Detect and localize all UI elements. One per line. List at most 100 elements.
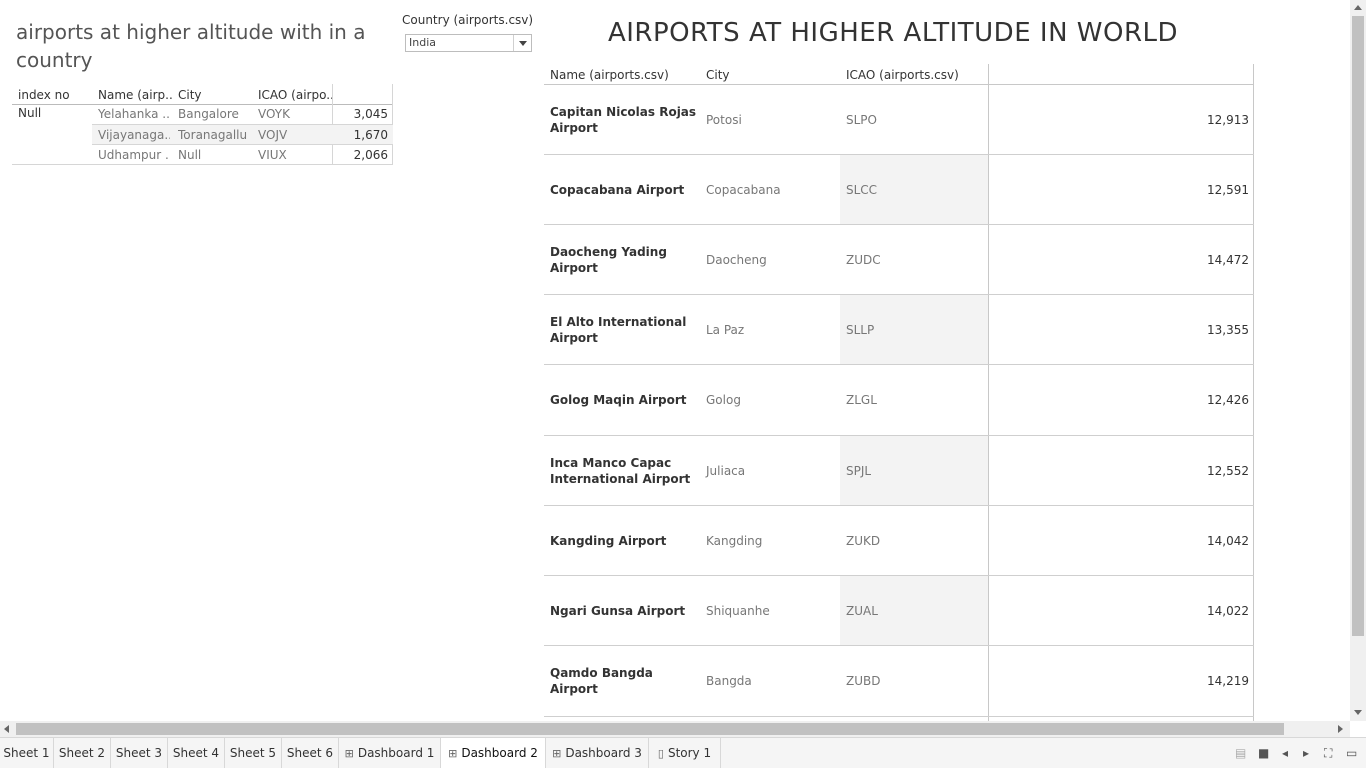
cell-icao: SLCC — [846, 183, 878, 197]
dashboard-icon: ⊞ — [344, 747, 354, 760]
country-filter-value: India — [409, 36, 436, 49]
header-city[interactable]: City — [706, 68, 730, 82]
cell-altitude: 3,045 — [353, 107, 388, 121]
header-icao[interactable]: ICAO (airports.csv) — [846, 68, 959, 82]
header-name[interactable]: Name (airports.csv) — [550, 68, 669, 82]
table-row[interactable]: Vijayanaga.. Toranagallu VOJV 1,670 — [92, 125, 393, 145]
country-filter-dropdown[interactable]: India — [405, 34, 532, 52]
tab-label: Sheet 4 — [172, 746, 220, 760]
tab-label: Sheet 5 — [229, 746, 277, 760]
scroll-down-icon[interactable] — [1354, 710, 1362, 715]
header-icao[interactable]: ICAO (airpo.. — [258, 84, 332, 104]
table-row[interactable]: Copacabana Airport Copacabana SLCC 12,59… — [544, 155, 1254, 225]
cell-name: Copacabana Airport — [550, 183, 685, 197]
cell-altitude: 14,472 — [1207, 253, 1249, 267]
cell-altitude: 12,913 — [1207, 113, 1249, 127]
tab-story-1[interactable]: ▯ Story 1 — [649, 738, 721, 768]
cell-name: Ngari Gunsa Airport — [550, 604, 686, 618]
cell-city: Potosi — [706, 113, 742, 127]
cell-icao: SLLP — [846, 323, 875, 337]
cell-name: Capitan Nicolas Rojas Airport — [550, 105, 697, 135]
filmstrip-icon[interactable]: ■ — [1258, 746, 1269, 760]
tab-label: Sheet 1 — [3, 746, 50, 760]
header-name[interactable]: Name (airp.. — [98, 84, 172, 104]
vertical-scroll-thumb[interactable] — [1352, 16, 1364, 636]
cell-city: Shiquanhe — [706, 604, 770, 618]
horizontal-scrollbar[interactable] — [0, 721, 1350, 737]
cell-city: Bangda — [706, 674, 752, 688]
cell-city: Juliaca — [706, 464, 746, 478]
tab-label: Dashboard 2 — [461, 746, 538, 760]
cell-altitude: 14,022 — [1207, 604, 1249, 618]
tab-sheet-5[interactable]: Sheet 5 — [225, 738, 282, 768]
table-row[interactable]: Yelahanka .. Bangalore VOYK 3,045 — [92, 104, 393, 124]
cell-name: Golog Maqin Airport — [550, 393, 687, 407]
cell-altitude: 12,591 — [1207, 183, 1249, 197]
scroll-left-icon[interactable] — [4, 725, 9, 733]
cell-icao: ZLGL — [846, 393, 877, 407]
cell-altitude: 14,219 — [1207, 674, 1249, 688]
vertical-scrollbar[interactable] — [1350, 0, 1366, 721]
tab-label: Dashboard 1 — [357, 746, 435, 760]
horizontal-scroll-thumb[interactable] — [16, 723, 1284, 735]
left-sheet-title: airports at higher altitude with in a co… — [16, 20, 366, 72]
cell-name: Udhampur .. — [98, 148, 170, 162]
cell-icao: ZUDC — [846, 253, 881, 267]
cell-name: Vijayanaga.. — [98, 128, 170, 142]
cell-city: Kangding — [706, 534, 763, 548]
cell-icao: VOYK — [258, 107, 290, 121]
cell-city: La Paz — [706, 323, 745, 337]
dropdown-button[interactable] — [513, 35, 531, 51]
scroll-right-icon[interactable] — [1338, 725, 1343, 733]
cell-altitude: 13,355 — [1207, 323, 1249, 337]
next-icon[interactable]: ▸ — [1303, 746, 1309, 760]
table-row[interactable]: Qamdo Bangda Airport Bangda ZUBD 14,219 — [544, 646, 1254, 716]
table-row[interactable]: Daocheng Yading Airport Daocheng ZUDC 14… — [544, 225, 1254, 295]
cell-city: Null — [178, 148, 202, 162]
sheet-sorter-icon[interactable]: ▤ — [1235, 746, 1246, 760]
row-divider — [544, 716, 1254, 717]
table-row[interactable]: Kangding Airport Kangding ZUKD 14,042 — [544, 506, 1254, 576]
cell-icao: ZUBD — [846, 674, 881, 688]
header-index-no[interactable]: index no — [18, 84, 92, 104]
right-table: Name (airports.csv) City ICAO (airports.… — [544, 64, 1254, 721]
tab-label: Sheet 3 — [115, 746, 163, 760]
previous-icon[interactable]: ◂ — [1282, 746, 1288, 760]
chevron-down-icon — [519, 41, 527, 46]
table-row[interactable]: Inca Manco Capac International Airport J… — [544, 436, 1254, 506]
cell-name: Daocheng Yading Airport — [550, 245, 667, 275]
dashboard-icon: ⊞ — [552, 747, 562, 760]
cell-icao: ZUAL — [846, 604, 878, 618]
tab-sheet-3[interactable]: Sheet 3 — [111, 738, 168, 768]
cell-icao: SPJL — [846, 464, 872, 478]
table-row[interactable]: El Alto International Airport La Paz SLL… — [544, 295, 1254, 365]
cell-city: Copacabana — [706, 183, 781, 197]
tab-dashboard-2[interactable]: ⊞ Dashboard 2 — [441, 738, 546, 768]
right-sheet-title: AIRPORTS AT HIGHER ALTITUDE IN WORLD — [607, 18, 1179, 48]
cell-city: Daocheng — [706, 253, 767, 267]
cell-name: Kangding Airport — [550, 534, 667, 548]
fullscreen-icon[interactable]: ⛶ — [1324, 746, 1332, 760]
presentation-icon[interactable]: ▭ — [1346, 746, 1357, 760]
tab-sheet-4[interactable]: Sheet 4 — [168, 738, 225, 768]
cell-name: El Alto International Airport — [550, 315, 687, 345]
cell-name: Qamdo Bangda Airport — [550, 666, 653, 696]
table-row[interactable]: Capitan Nicolas Rojas Airport Potosi SLP… — [544, 85, 1254, 155]
tab-sheet-6[interactable]: Sheet 6 — [282, 738, 339, 768]
cell-name: Yelahanka .. — [98, 107, 170, 121]
header-city[interactable]: City — [178, 84, 252, 104]
tab-dashboard-1[interactable]: ⊞ Dashboard 1 — [339, 738, 441, 768]
cell-altitude: 2,066 — [353, 148, 388, 162]
dashboard-icon: ⊞ — [448, 747, 458, 760]
cell-city: Bangalore — [178, 107, 239, 121]
scroll-up-icon[interactable] — [1354, 5, 1362, 10]
cell-altitude: 14,042 — [1207, 534, 1249, 548]
tab-dashboard-3[interactable]: ⊞ Dashboard 3 — [546, 738, 649, 768]
table-row[interactable]: Udhampur .. Null VIUX 2,066 — [92, 145, 393, 165]
table-row[interactable]: Ngari Gunsa Airport Shiquanhe ZUAL 14,02… — [544, 576, 1254, 646]
tab-sheet-1[interactable]: Sheet 1 — [0, 738, 54, 768]
tab-sheet-2[interactable]: Sheet 2 — [54, 738, 111, 768]
cell-icao: ZUKD — [846, 534, 881, 548]
tab-label: Dashboard 3 — [565, 746, 642, 760]
table-row[interactable]: Golog Maqin Airport Golog ZLGL 12,426 — [544, 365, 1254, 435]
